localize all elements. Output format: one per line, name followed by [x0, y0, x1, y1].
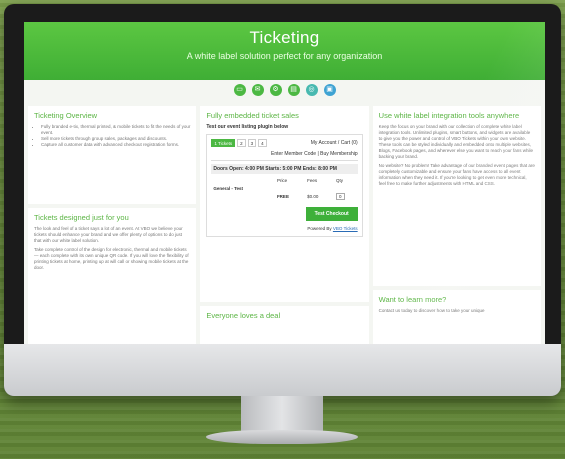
- right-column: Use white label integration tools anywhe…: [372, 106, 541, 346]
- monitor-chin: [4, 344, 561, 396]
- monitor-screen: Ticketing A white label solution perfect…: [24, 22, 545, 346]
- integration-paragraph: Keep the focus on your brand with our co…: [378, 124, 533, 159]
- embedded-card: Fully embedded ticket sales Test our eve…: [200, 106, 369, 302]
- middle-column: Fully embedded ticket sales Test our eve…: [200, 106, 369, 346]
- ticket-plugin: 1 Tickets 2 3 4 My Account / Cart (0) En…: [206, 134, 363, 237]
- deal-title: Everyone loves a deal: [206, 311, 281, 320]
- tab-step-3[interactable]: 3: [247, 139, 257, 147]
- left-column: Ticketing Overview Fully branded e-tix, …: [28, 106, 197, 346]
- integration-card: Use white label integration tools anywhe…: [372, 106, 541, 286]
- event-times: Doors Open: 4:00 PM Starts: 5:00 PM Ends…: [211, 164, 358, 174]
- hero-banner: Ticketing A white label solution perfect…: [24, 22, 545, 80]
- learn-paragraph: Contact us today to discover how to take…: [378, 308, 485, 313]
- lock-icon[interactable]: ▣: [323, 84, 336, 96]
- gear-icon[interactable]: ⚙: [269, 84, 282, 96]
- overview-card: Ticketing Overview Fully branded e-tix, …: [28, 106, 197, 204]
- powered-prefix: Powered By: [307, 226, 332, 231]
- globe-icon[interactable]: ◎: [305, 84, 318, 96]
- overview-list: Fully branded e-tix, thermal printed, & …: [34, 124, 190, 148]
- table-row: General - Test: [211, 185, 357, 193]
- designed-card: Tickets designed just for you The look a…: [28, 208, 197, 346]
- designed-title: Tickets designed just for you: [34, 213, 129, 222]
- list-item: Capture all customer data with advanced …: [41, 142, 190, 148]
- deal-card: Everyone loves a deal: [200, 306, 369, 346]
- overview-title: Ticketing Overview: [34, 111, 98, 120]
- embedded-title: Fully embedded ticket sales: [206, 111, 299, 120]
- powered-by: Powered By VBO Tickets: [211, 226, 357, 232]
- account-cart-link[interactable]: My Account / Cart (0): [311, 140, 358, 146]
- hero-title: Ticketing: [249, 28, 320, 47]
- ticket-table: Price Fees Qty General - Test FREE $0.00…: [211, 177, 357, 201]
- ticket-price: FREE: [276, 194, 289, 199]
- ticket-name: General - Test: [213, 186, 244, 191]
- checkout-button[interactable]: Test Checkout: [305, 207, 358, 221]
- powered-brand-link[interactable]: VBO Tickets: [333, 226, 358, 231]
- ticket-icon[interactable]: ▭: [233, 84, 246, 96]
- monitor-bezel: Ticketing A white label solution perfect…: [4, 4, 561, 396]
- monitor-base: [206, 430, 358, 444]
- step-tabs: 1 Tickets 2 3 4 My Account / Cart (0): [211, 139, 358, 147]
- integration-paragraph: No website? No problem! Take advantage o…: [378, 163, 535, 186]
- tab-step-4[interactable]: 4: [258, 139, 267, 147]
- monitor-stand: [241, 396, 323, 434]
- learn-title: Want to learn more?: [378, 295, 447, 304]
- list-item: Fully branded e-tix, thermal printed, & …: [41, 124, 190, 136]
- col-fees: Fees: [307, 178, 318, 183]
- table-row: FREE $0.00 0: [211, 193, 357, 201]
- quantity-select[interactable]: 0: [336, 193, 345, 200]
- chart-icon[interactable]: ▤: [287, 84, 300, 96]
- tab-step-2[interactable]: 2: [237, 139, 246, 147]
- envelope-icon[interactable]: ✉: [251, 84, 264, 96]
- col-qty: Qty: [336, 178, 344, 183]
- learn-card: Want to learn more? Contact us today to …: [372, 290, 541, 346]
- integration-title: Use white label integration tools anywhe…: [378, 111, 520, 120]
- tab-tickets[interactable]: 1 Tickets: [211, 139, 236, 147]
- ticket-fee: $0.00: [307, 194, 319, 199]
- plugin-caption: Test our event listing plugin below: [206, 124, 289, 130]
- hero-subtitle: A white label solution perfect for any o…: [186, 51, 383, 61]
- content-columns: Ticketing Overview Fully branded e-tix, …: [28, 106, 541, 346]
- member-links[interactable]: Enter Member Code | Buy Membership: [211, 151, 358, 161]
- feature-icon-row: ▭ ✉ ⚙ ▤ ◎ ▣: [24, 84, 545, 100]
- col-price: Price: [276, 178, 288, 183]
- table-header-row: Price Fees Qty: [211, 177, 357, 185]
- designed-paragraph: The look and feel of a ticket says a lot…: [34, 226, 183, 243]
- designed-paragraph: Take complete control of the design for …: [34, 247, 189, 270]
